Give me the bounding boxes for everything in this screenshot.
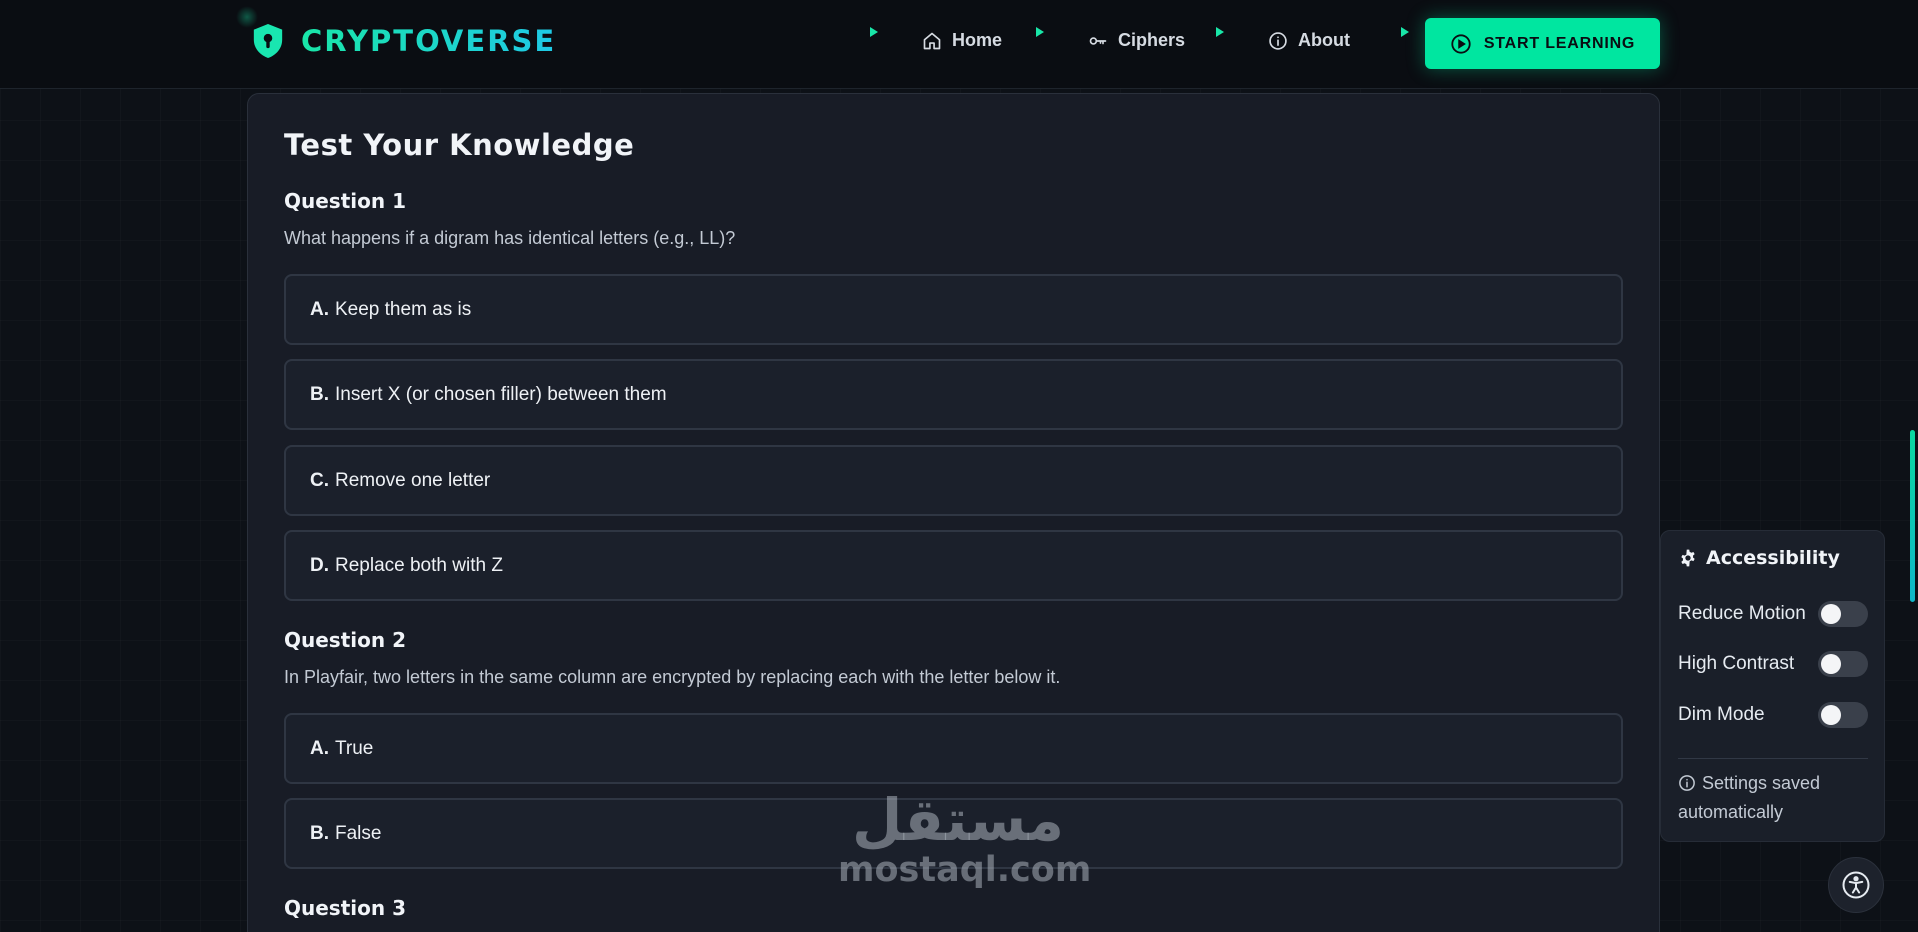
nav-link-home[interactable]: Home [922,30,1002,51]
answer-option[interactable]: B. Insert X (or chosen filler) between t… [284,359,1623,430]
question-heading: Question 2 [284,628,406,652]
option-text: True [335,737,374,759]
play-circle-icon [1451,33,1471,54]
scrollbar[interactable] [1910,430,1915,602]
setting-label: Dim Mode [1678,704,1765,725]
settings-note-text: Settings saved automatically [1678,773,1821,822]
option-letter: A. [310,298,329,320]
start-learning-button[interactable]: START LEARNING [1425,18,1660,69]
accessibility-icon [1842,871,1870,899]
navbar: CRYPTOVERSE Home Ciphers About START LEA… [0,0,1918,89]
info-icon [1269,31,1287,50]
brand-name: CRYPTOVERSE [301,24,557,58]
high-contrast-toggle[interactable] [1818,651,1868,677]
nav-label-ciphers: Ciphers [1118,30,1186,50]
setting-label: High Contrast [1678,653,1795,674]
settings-note: Settings saved automatically [1678,769,1868,827]
question-text: In Playfair, two letters in the same col… [284,667,1061,687]
answer-option[interactable]: A. Keep them as is [284,274,1623,345]
option-text: Remove one letter [335,469,491,491]
accessibility-panel: Accessibility Reduce Motion High Contras… [1660,530,1885,842]
brand-logo[interactable]: CRYPTOVERSE [251,22,556,60]
answer-option[interactable]: D. Replace both with Z [284,530,1623,601]
watermark-latin: mostaql.com [838,850,1092,890]
dim-mode-toggle[interactable] [1818,702,1868,728]
option-text: Insert X (or chosen filler) between them [335,383,667,405]
nav-marker [1036,27,1044,37]
option-letter: B. [310,822,329,844]
option-text: Replace both with Z [335,554,503,576]
quiz-title: Test Your Knowledge [284,128,635,162]
setting-high-contrast: High Contrast [1678,651,1868,677]
nav-link-ciphers[interactable]: Ciphers [1088,30,1185,51]
key-icon [1089,36,1107,45]
option-text: False [335,822,382,844]
watermark-arabic: مستقل [851,786,1065,854]
answer-option[interactable]: A. True [284,713,1623,784]
start-learning-label: START LEARNING [1483,34,1636,52]
setting-dim-mode: Dim Mode [1678,702,1868,728]
option-letter: A. [310,737,329,759]
shield-icon [253,24,283,58]
accessibility-toggle-button[interactable] [1828,857,1884,913]
accessibility-title: Accessibility [1706,547,1840,569]
question-heading: Question 1 [284,189,406,213]
nav-label-home: Home [952,30,1003,50]
nav-marker [870,27,878,37]
option-text: Keep them as is [335,298,472,320]
reduce-motion-toggle[interactable] [1818,601,1868,627]
answer-option[interactable]: C. Remove one letter [284,445,1623,516]
option-letter: C. [310,469,329,491]
setting-label: Reduce Motion [1678,603,1806,624]
option-letter: D. [310,554,329,576]
question-text: What happens if a digram has identical l… [284,228,736,248]
gear-icon [1681,549,1695,567]
nav-label-about: About [1298,30,1350,50]
nav-marker [1401,27,1409,37]
nav-marker [1216,27,1224,37]
watermark: مستقل mostaql.com [838,786,1092,890]
setting-reduce-motion: Reduce Motion [1678,601,1868,627]
nav-link-about[interactable]: About [1268,30,1350,51]
question-heading: Question 3 [284,896,406,920]
accessibility-header: Accessibility [1678,547,1840,569]
info-icon [1679,775,1695,791]
option-letter: B. [310,383,329,405]
divider [1678,758,1868,759]
home-icon [923,32,941,49]
